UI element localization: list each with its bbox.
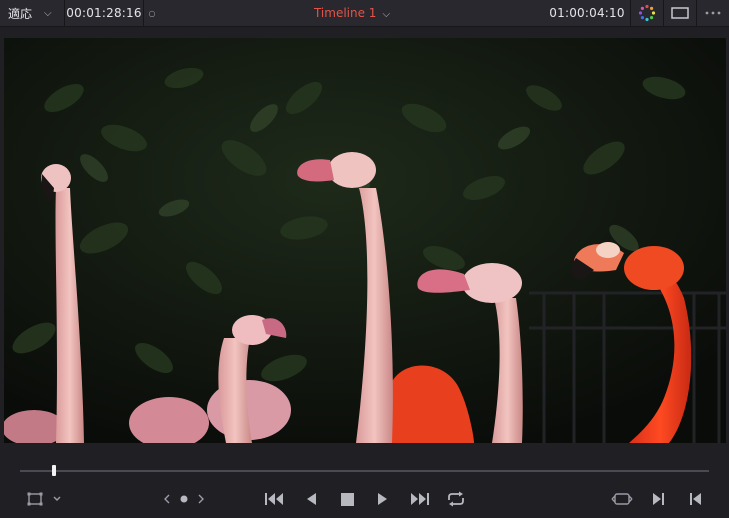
playhead[interactable] <box>52 465 57 476</box>
play-reverse-icon <box>305 492 317 506</box>
play-icon <box>377 492 389 506</box>
video-frame <box>4 38 726 443</box>
timeline-scrubber[interactable] <box>20 470 709 472</box>
timeline-selector[interactable]: Timeline 1 ⌵ <box>160 6 544 20</box>
viewer-header: 適応 ⌵ 00:01:28:16 ○ Timeline 1 ⌵ 01:00:04:… <box>0 0 729 27</box>
color-wheel-icon[interactable] <box>631 0 663 26</box>
zoom-dropdown[interactable]: 適応 ⌵ <box>0 0 64 26</box>
previous-edit-button[interactable] <box>684 484 706 514</box>
jump-to-first-frame-icon <box>264 492 286 506</box>
match-frame-icon <box>611 492 633 506</box>
keyframe-nav-icon <box>160 491 208 507</box>
timeline-title: Timeline 1 <box>313 6 377 20</box>
loop-button[interactable] <box>444 484 468 514</box>
stop-button[interactable] <box>336 484 358 514</box>
safe-area-button[interactable] <box>22 484 66 514</box>
match-frame-button[interactable] <box>608 484 636 514</box>
loop-icon <box>446 491 466 507</box>
next-edit-button[interactable] <box>648 484 670 514</box>
jump-to-last-frame-icon <box>408 492 430 506</box>
safe-area-icon <box>26 491 62 507</box>
source-timecode[interactable]: 00:01:28:16 <box>65 6 143 20</box>
play-button[interactable] <box>372 484 394 514</box>
video-viewer[interactable] <box>4 38 726 443</box>
previous-edit-icon <box>688 492 702 506</box>
zoom-label: 適応 <box>8 6 33 21</box>
play-reverse-button[interactable] <box>300 484 322 514</box>
viewer-mode-icon[interactable] <box>664 0 696 26</box>
stop-icon <box>340 492 354 506</box>
keyframe-nav[interactable] <box>160 484 208 514</box>
record-timecode[interactable]: 01:00:04:10 <box>544 6 630 20</box>
jump-to-first-frame-button[interactable] <box>262 484 288 514</box>
status-dot-icon: ○ <box>148 8 156 18</box>
transport-controls <box>0 484 729 514</box>
next-edit-icon <box>652 492 666 506</box>
more-options-icon[interactable] <box>697 0 729 26</box>
jump-to-last-frame-button[interactable] <box>406 484 432 514</box>
chevron-down-icon: ⌵ <box>382 9 391 20</box>
chevron-down-icon: ⌵ <box>44 7 52 19</box>
